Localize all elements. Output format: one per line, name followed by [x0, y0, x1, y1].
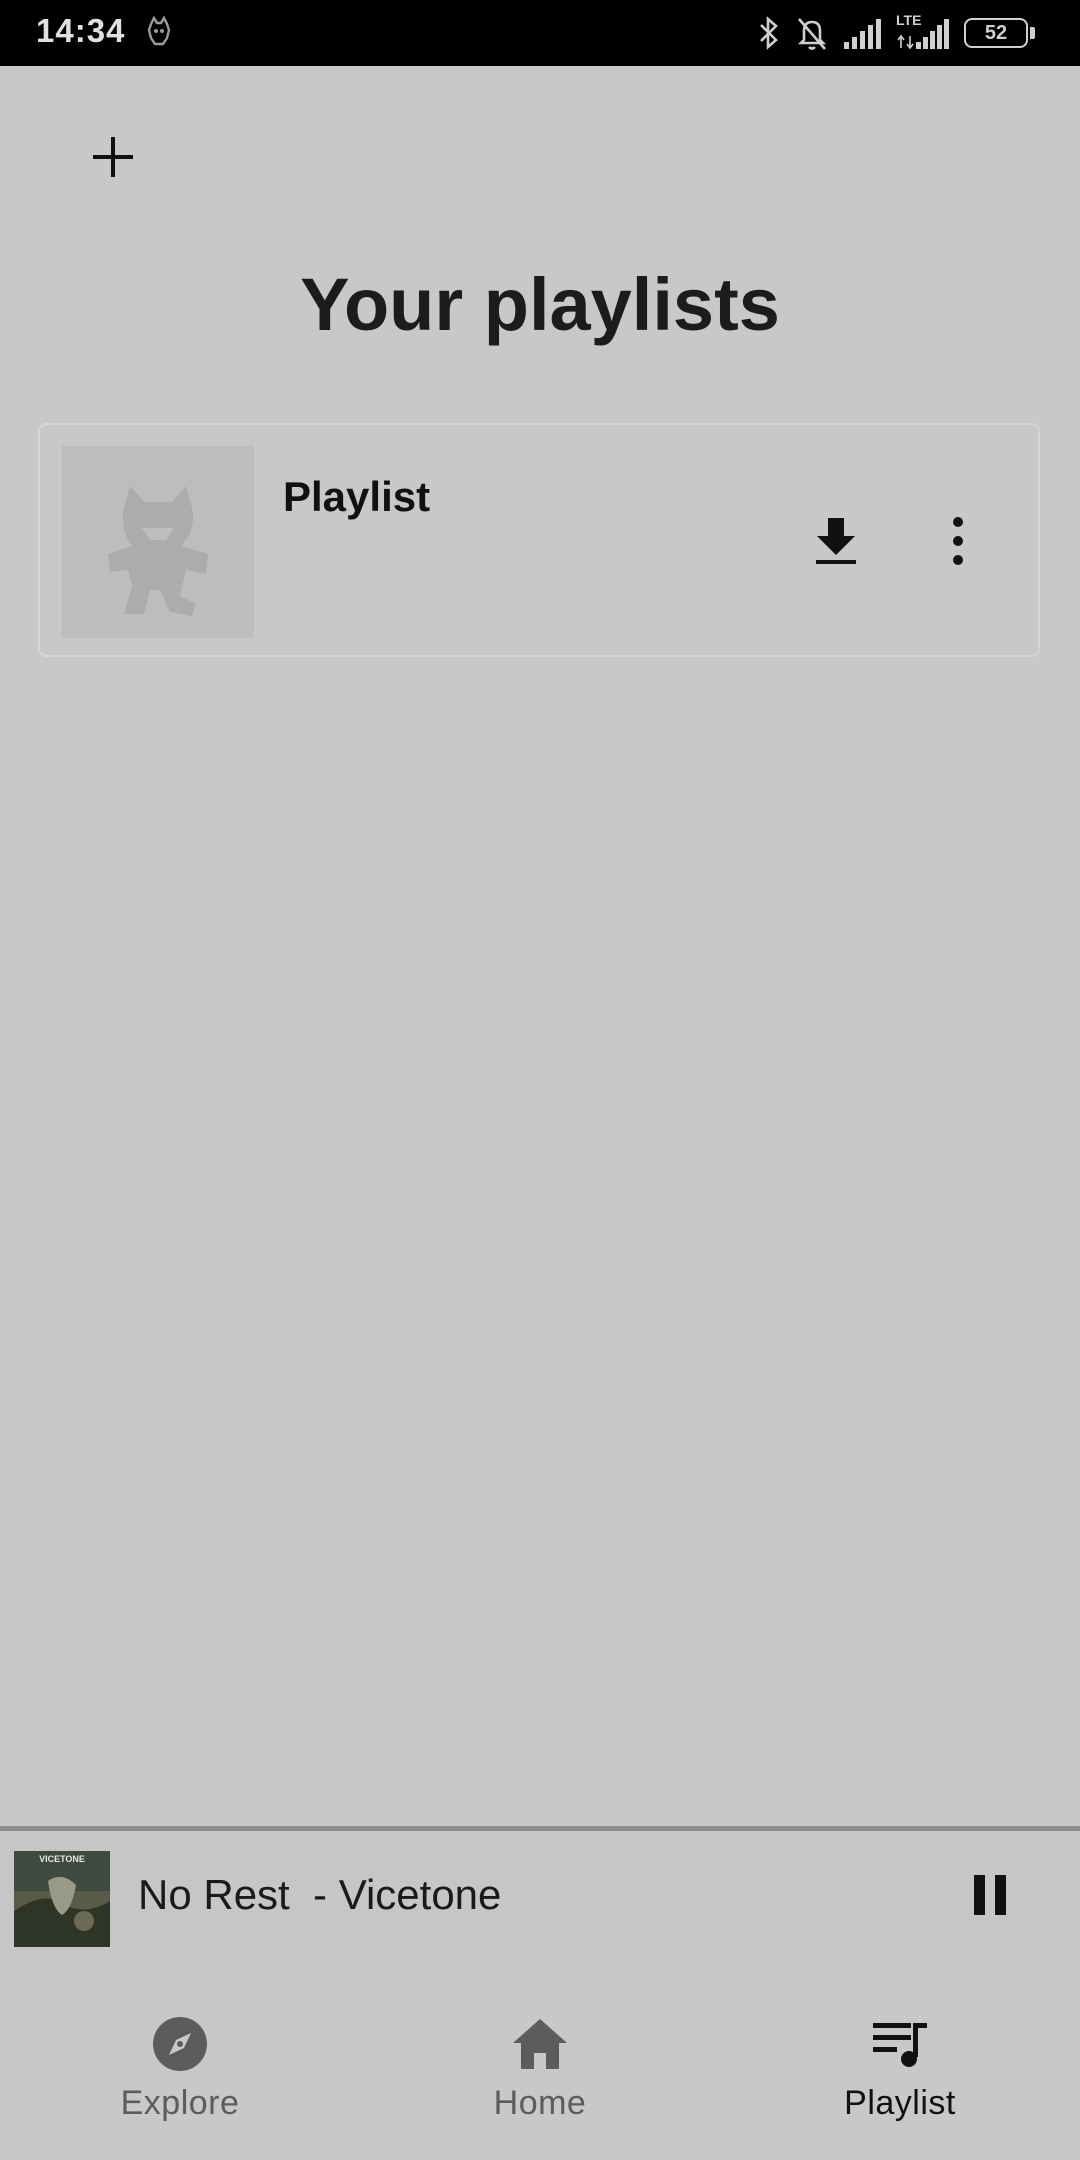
album-art: VICETONE [14, 1851, 110, 1947]
status-time: 14:34 [36, 12, 126, 49]
more-options-button[interactable] [922, 505, 994, 577]
download-icon [816, 518, 856, 564]
nav-label-playlist: Playlist [844, 2084, 956, 2122]
lte-signal-icon [897, 19, 949, 50]
bottom-navigation: Explore Home Playlist [0, 1966, 1080, 2160]
signal-icon [844, 19, 881, 49]
monstercat-logo-icon [108, 486, 208, 616]
compass-icon [150, 2014, 210, 2074]
pause-button[interactable] [954, 1859, 1026, 1931]
mini-player[interactable]: VICETONE No Rest - Vicetone [0, 1826, 1080, 1966]
playlist-name: Playlist [283, 473, 431, 520]
pause-icon [974, 1875, 1006, 1915]
nav-label-home: Home [493, 2084, 587, 2122]
more-vertical-icon [953, 517, 963, 565]
add-playlist-button[interactable] [78, 122, 148, 192]
home-icon [510, 2014, 570, 2074]
playlist-card[interactable]: Playlist [38, 423, 1040, 657]
album-art-text: VICETONE [39, 1854, 85, 1864]
status-icons: LTE 52 [754, 12, 1054, 54]
nav-item-playlist[interactable]: Playlist [720, 1966, 1080, 2160]
battery-icon: 52 [964, 18, 1028, 48]
nav-item-home[interactable]: Home [360, 1966, 720, 2160]
plus-icon [93, 137, 133, 177]
battery-tip [1030, 27, 1035, 39]
now-playing-title: No Rest - Vicetone [138, 1871, 502, 1918]
playlist-thumbnail [62, 446, 254, 638]
playlist-music-icon [870, 2014, 930, 2074]
nav-label-explore: Explore [120, 2084, 240, 2122]
bluetooth-icon [760, 16, 778, 50]
download-button[interactable] [800, 505, 872, 577]
status-bar: 14:34 LTE 52 [0, 0, 1080, 66]
app-notification-icon [147, 16, 171, 46]
battery-level: 52 [984, 21, 1008, 44]
nav-item-explore[interactable]: Explore [0, 1966, 360, 2160]
bell-off-icon [797, 18, 827, 50]
page-title: Your playlists [300, 263, 780, 346]
